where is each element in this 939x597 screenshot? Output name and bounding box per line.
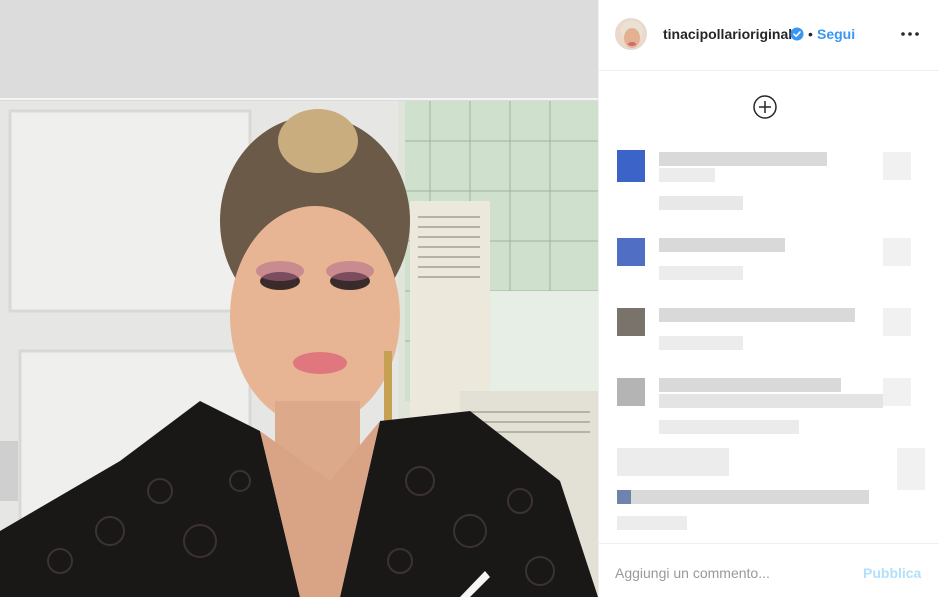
media-top-bar [0, 0, 598, 100]
verified-badge-icon [790, 27, 804, 41]
publish-button[interactable]: Pubblica [863, 565, 921, 581]
comment-avatar-blurred [617, 238, 645, 266]
comment-text-blurred [659, 152, 827, 166]
comment-text-blurred [659, 336, 743, 350]
comment-text-blurred [659, 378, 841, 392]
comment-like-blurred [883, 152, 911, 180]
separator-dot: • [808, 26, 813, 42]
avatar-image [616, 19, 646, 49]
comment-composer: Pubblica [599, 543, 939, 597]
post-side-panel: tinacipollarioriginal • Segui Aggiungi u… [598, 0, 939, 597]
comment-text-blurred [659, 308, 855, 322]
comment-text-blurred [659, 168, 715, 182]
comment-text-blurred [617, 516, 687, 530]
comment-text-blurred [659, 420, 799, 434]
add-circle-icon[interactable] [753, 95, 777, 119]
comment-input[interactable] [615, 564, 855, 582]
post-header: tinacipollarioriginal • Segui [599, 0, 939, 71]
comment-like-blurred [897, 448, 925, 490]
post-media-area [0, 0, 598, 597]
comment-like-blurred [883, 238, 911, 266]
more-options-icon[interactable] [899, 24, 921, 44]
follow-button[interactable]: Segui [817, 26, 855, 42]
avatar[interactable] [615, 18, 647, 50]
comment-avatar-blurred [617, 378, 645, 406]
comment-like-blurred [883, 308, 911, 336]
comments-list-pixelated [599, 140, 939, 540]
comment-text-blurred [659, 238, 785, 252]
comment-text-blurred [659, 196, 743, 210]
username-link[interactable]: tinacipollarioriginal [663, 26, 792, 42]
comment-text-blurred [617, 448, 729, 476]
comment-like-blurred [883, 378, 911, 406]
comment-text-blurred [659, 266, 743, 280]
comment-text-blurred [659, 394, 883, 408]
comment-avatar-blurred [617, 308, 645, 336]
comment-avatar-blurred [617, 490, 631, 504]
post-photo-illustration [0, 101, 598, 597]
comment-avatar-blurred [617, 150, 645, 182]
post-photo[interactable] [0, 101, 598, 597]
comment-text-blurred [631, 490, 869, 504]
